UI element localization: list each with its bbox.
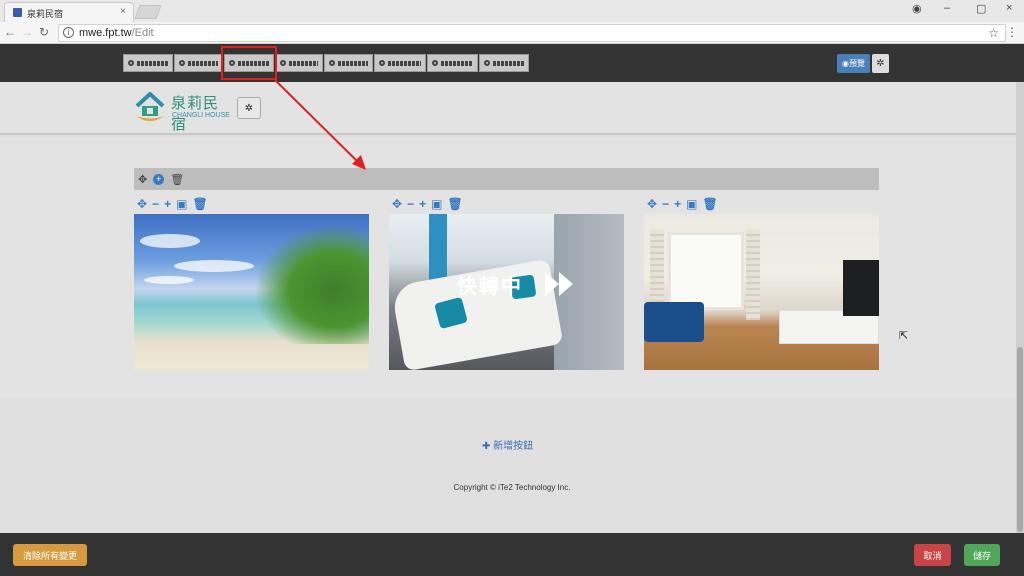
save-button[interactable]: 儲存 xyxy=(964,544,1000,566)
scrollbar-thumb[interactable] xyxy=(1017,347,1023,532)
footer-section xyxy=(0,399,1024,533)
cancel-button[interactable]: 取消 xyxy=(914,544,951,566)
plus-icon: ✚ xyxy=(482,441,494,452)
page-scrollbar[interactable] xyxy=(1016,82,1024,533)
mouse-cursor-icon: ⇱ xyxy=(899,330,909,342)
add-button-label: 新增按鈕 xyxy=(493,441,534,452)
bottom-action-bar xyxy=(0,533,1024,576)
add-button-link[interactable]: ✚ 新增按鈕 xyxy=(482,437,533,452)
copyright-text: Copyright © iTe2 Technology Inc. xyxy=(453,483,571,492)
discard-changes-button[interactable]: 清除所有變更 xyxy=(13,544,87,566)
